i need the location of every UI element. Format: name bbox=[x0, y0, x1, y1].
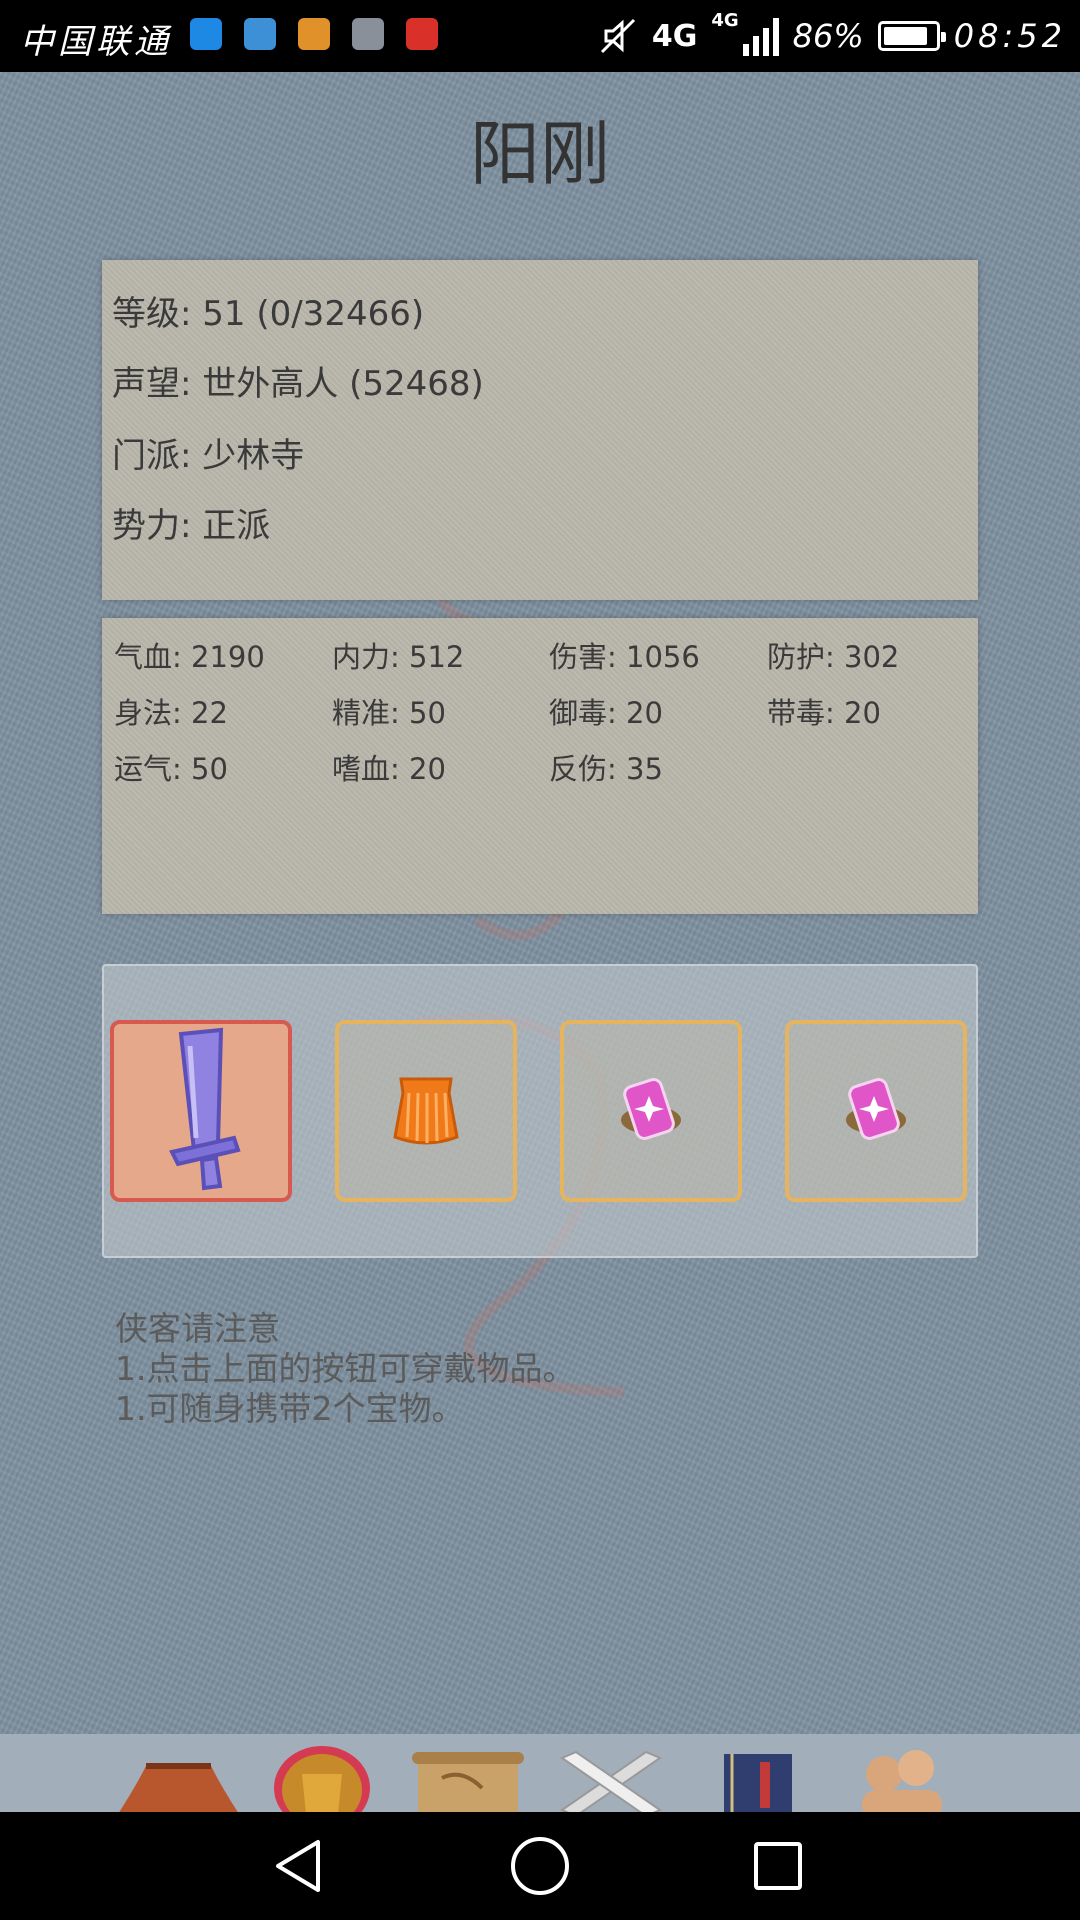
treasure-charm-icon bbox=[846, 1078, 906, 1140]
stat-internal-power: 内力: 512 bbox=[332, 640, 465, 674]
tab-skills[interactable] bbox=[722, 1752, 794, 1812]
signal-icon bbox=[742, 16, 779, 56]
mute-icon bbox=[598, 16, 638, 56]
network-type: 4G bbox=[651, 18, 698, 54]
battery-icon bbox=[877, 21, 946, 51]
equipment-bar bbox=[102, 964, 978, 1258]
tab-map[interactable] bbox=[412, 1748, 524, 1812]
tab-character[interactable] bbox=[272, 1744, 372, 1812]
stat-lifesteal: 嗜血: 20 bbox=[332, 752, 446, 786]
health-app-icon bbox=[244, 18, 276, 50]
character-armor-icon bbox=[274, 1746, 370, 1812]
sect-text: 门派: 少林寺 bbox=[112, 436, 305, 476]
bottom-tab-bar bbox=[0, 1734, 1080, 1812]
stat-accuracy: 精准: 50 bbox=[332, 696, 446, 730]
stat-poison: 带毒: 20 bbox=[767, 696, 881, 730]
tab-friends[interactable] bbox=[858, 1746, 944, 1812]
equip-slot-armor[interactable] bbox=[335, 1020, 517, 1202]
stat-poison-resist: 御毒: 20 bbox=[549, 696, 663, 730]
skill-book-icon bbox=[724, 1754, 792, 1812]
gallery-app-icon bbox=[352, 18, 384, 50]
carrier-name: 中国联通 bbox=[20, 22, 172, 62]
home-circle-icon bbox=[511, 1837, 569, 1895]
nav-back-button[interactable] bbox=[264, 1830, 336, 1902]
system-nav-bar bbox=[0, 1812, 1080, 1920]
character-name: 阳刚 bbox=[470, 113, 610, 195]
clock: 08:52 bbox=[953, 17, 1066, 55]
sword-icon bbox=[169, 1027, 241, 1191]
level-text: 等级: 51 (0/32466) bbox=[112, 294, 425, 334]
reputation-text: 声望: 世外高人 (52468) bbox=[112, 364, 484, 404]
stat-agility: 身法: 22 bbox=[114, 696, 228, 730]
tab-home[interactable] bbox=[116, 1756, 241, 1812]
recents-square-icon bbox=[754, 1842, 802, 1890]
stats-panel: 气血: 2190 内力: 512 伤害: 1056 防护: 302 身法: 22… bbox=[102, 618, 978, 914]
map-scroll-icon bbox=[412, 1752, 524, 1812]
faction-text: 势力: 正派 bbox=[112, 506, 271, 546]
nav-home-button[interactable] bbox=[504, 1830, 576, 1902]
stat-hp: 气血: 2190 bbox=[114, 640, 265, 674]
friends-icon bbox=[862, 1750, 942, 1812]
stat-defense: 防护: 302 bbox=[767, 640, 900, 674]
home-building-icon bbox=[119, 1763, 238, 1812]
equip-slot-weapon[interactable] bbox=[110, 1020, 292, 1202]
clipboard-app-icon bbox=[298, 18, 330, 50]
equip-slot-treasure-2[interactable] bbox=[785, 1020, 967, 1202]
nav-recents-button[interactable] bbox=[742, 1830, 814, 1902]
character-screen: 阳刚 等级: 51 (0/32466) 声望: 世外高人 (52468) 门派:… bbox=[0, 72, 1080, 1812]
tab-battle[interactable] bbox=[556, 1744, 666, 1812]
stat-damage: 伤害: 1056 bbox=[549, 640, 700, 674]
battery-percent: 86% bbox=[792, 17, 864, 55]
eyeu-app-icon bbox=[190, 18, 222, 50]
equip-slot-treasure-1[interactable] bbox=[560, 1020, 742, 1202]
battle-swords-icon bbox=[559, 1750, 663, 1812]
stat-luck: 运气: 50 bbox=[114, 752, 228, 786]
network-type-secondary: 4G bbox=[711, 10, 739, 31]
armor-robe-icon bbox=[393, 1077, 459, 1145]
status-bar: 中国联通 4G 4G 86% 08:52 bbox=[0, 0, 1080, 72]
stat-reflect: 反伤: 35 bbox=[549, 752, 663, 786]
treasure-charm-icon bbox=[621, 1078, 681, 1140]
back-triangle-icon bbox=[276, 1840, 320, 1892]
notice-line-2: 1.可随身携带2个宝物。 bbox=[115, 1389, 465, 1428]
info-panel: 等级: 51 (0/32466) 声望: 世外高人 (52468) 门派: 少林… bbox=[102, 260, 978, 600]
huawei-app-icon bbox=[406, 18, 438, 50]
